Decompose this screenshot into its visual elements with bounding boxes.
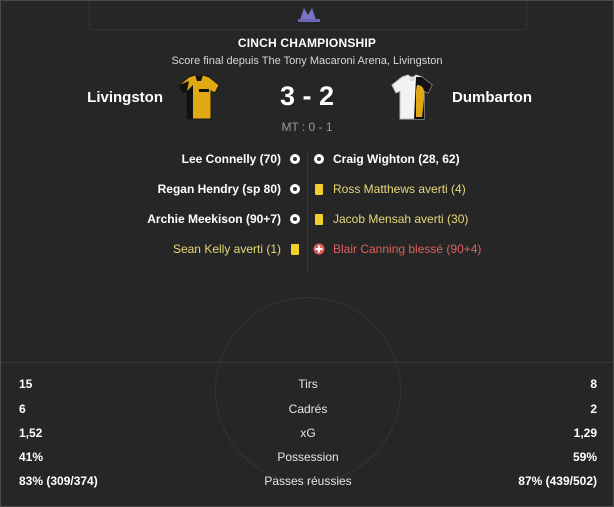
stat-label: Possession [277,450,339,464]
stat-row-on-target: 6 Cadrés 2 [19,400,597,418]
away-event-yellow-card[interactable]: Jacob Mensah averti (30) [313,209,468,229]
event-text: Lee Connelly (70) [181,152,281,166]
ball-icon [290,154,300,164]
stat-away-value: 8 [590,377,597,391]
competition-name: CINCH CHAMPIONSHIP [237,36,377,50]
stat-away-value: 87% (439/502) [518,474,597,488]
stat-label: Passes réussies [264,474,352,488]
yellow-card-icon [315,213,323,225]
stat-away-value: 59% [572,450,597,464]
stat-label: Cadrés [288,402,328,416]
event-text: Sean Kelly averti (1) [172,242,281,256]
stat-label: xG [300,426,316,440]
away-event-goal[interactable]: Craig Wighton (28, 62) [313,149,460,169]
ball-icon [290,184,300,194]
home-event-goal[interactable]: Regan Hendry (sp 80) [158,179,301,199]
away-team-name[interactable]: Dumbarton [452,89,532,106]
stat-row-shots: 15 Tirs 8 [19,375,597,393]
injury-cross-icon [313,243,325,255]
stat-row-possession: 41% Possession 59% [19,448,597,466]
home-event-goal[interactable]: Archie Meekison (90+7) [147,209,301,229]
event-text: Regan Hendry (sp 80) [157,182,281,196]
yellow-card-icon [315,183,323,195]
stat-label: Tirs [298,377,318,391]
ball-icon [314,154,324,164]
stat-away-value: 2 [590,402,597,416]
stat-away-value: 1,29 [573,426,597,440]
away-event-injury[interactable]: Blair Canning blessé (90+4) [313,239,481,259]
home-event-yellow-card[interactable]: Sean Kelly averti (1) [173,239,301,259]
away-event-yellow-card[interactable]: Ross Matthews averti (4) [313,179,466,199]
halftime-score: MT : 0 - 1 [281,120,333,134]
event-text: Ross Matthews averti (4) [333,182,466,196]
match-summary-panel: CINCH CHAMPIONSHIP Score final depuis Th… [0,0,614,507]
competition-logo-icon [298,8,320,22]
event-text: Archie Meekison (90+7) [147,212,281,226]
match-subtitle: Score final depuis The Tony Macaroni Are… [171,55,443,67]
ball-icon [290,214,300,224]
yellow-card-icon [291,243,299,255]
events-divider [307,151,308,271]
stat-row-passes: 83% (309/374) Passes réussies 87% (439/5… [19,472,597,490]
event-text: Craig Wighton (28, 62) [333,152,460,166]
away-kit-icon[interactable] [386,71,438,123]
home-event-goal[interactable]: Lee Connelly (70) [182,149,301,169]
event-text: Blair Canning blessé (90+4) [333,242,482,256]
stat-row-xg: 1,52 xG 1,29 [19,424,597,442]
event-text: Jacob Mensah averti (30) [333,212,469,226]
